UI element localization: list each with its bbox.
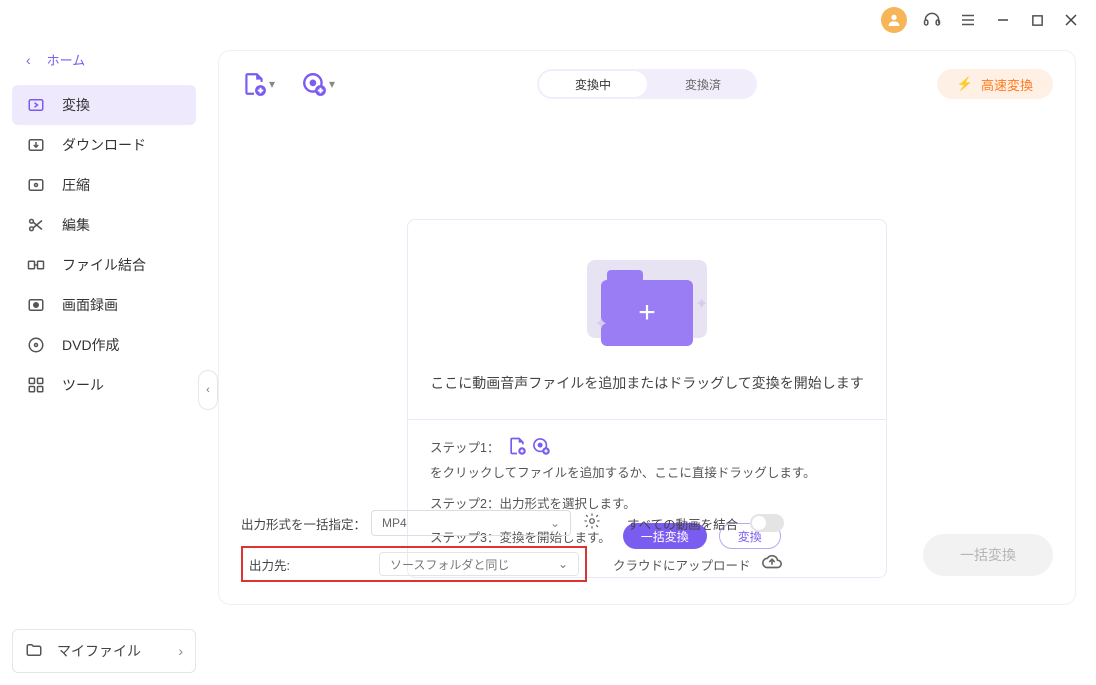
convert-all-button[interactable]: 一括変換 bbox=[923, 534, 1053, 576]
output-format-label: 出力形式を一括指定： bbox=[241, 514, 371, 533]
add-file-button[interactable]: ▾ bbox=[241, 71, 275, 97]
fast-convert-button[interactable]: ⚡ 高速変換 bbox=[937, 69, 1053, 99]
fast-convert-label: 高速変換 bbox=[981, 75, 1033, 94]
sidebar-item-tools[interactable]: ツール bbox=[0, 365, 208, 405]
main-panel: ▾ ▾ 変換中 変換済 ⚡ 高速変換 bbox=[208, 40, 1096, 685]
step1-row: ステップ1： をクリックしてファイルを追加するか、ここに直接ドラッグします。 bbox=[430, 436, 864, 481]
support-icon[interactable] bbox=[921, 9, 943, 31]
chevron-down-icon: ⌄ bbox=[558, 557, 568, 571]
sidebar-item-merge[interactable]: ファイル結合 bbox=[0, 245, 208, 285]
output-dest-select[interactable]: ソースフォルダと同じ ⌄ bbox=[379, 552, 579, 576]
user-avatar[interactable] bbox=[881, 7, 907, 33]
chevron-down-icon: ▾ bbox=[269, 77, 275, 91]
home-label: ホーム bbox=[47, 50, 86, 69]
myfile-label: マイファイル bbox=[57, 641, 141, 661]
status-segment: 変換中 変換済 bbox=[537, 69, 757, 99]
output-dest-highlight: 出力先: ソースフォルダと同じ ⌄ bbox=[241, 546, 587, 582]
hamburger-icon[interactable] bbox=[957, 9, 979, 31]
output-format-select[interactable]: MP4 ⌄ bbox=[371, 510, 571, 536]
myfile-button[interactable]: マイファイル › bbox=[12, 629, 196, 673]
sidebar-item-record[interactable]: 画面録画 bbox=[0, 285, 208, 325]
chevron-down-icon: ⌄ bbox=[550, 516, 560, 530]
merge-icon bbox=[26, 255, 46, 275]
convert-icon bbox=[26, 95, 46, 115]
sidebar-item-label: 変換 bbox=[62, 95, 90, 115]
sidebar-item-label: 圧縮 bbox=[62, 175, 90, 195]
toolbar: ▾ ▾ 変換中 変換済 ⚡ 高速変換 bbox=[241, 69, 1053, 99]
titlebar bbox=[0, 0, 1096, 40]
output-dest-label: 出力先: bbox=[249, 555, 367, 574]
folder-plus-icon: + bbox=[601, 280, 693, 346]
sidebar-item-download[interactable]: ダウンロード bbox=[0, 125, 208, 165]
sidebar: ‹ ホーム 変換 ダウンロード 圧縮 編集 ファイル結合 画面録画 bbox=[0, 40, 208, 685]
scissors-icon bbox=[26, 215, 46, 235]
disc-icon bbox=[26, 335, 46, 355]
bolt-icon: ⚡ bbox=[957, 76, 973, 92]
grid-icon bbox=[26, 375, 46, 395]
sidebar-item-convert[interactable]: 変換 bbox=[12, 85, 196, 125]
drop-text: ここに動画音声ファイルを追加またはドラッグして変換を開始します bbox=[428, 373, 866, 393]
sparkle-icon: ✦ bbox=[594, 314, 607, 334]
record-icon bbox=[26, 295, 46, 315]
sparkle-icon: ✦ bbox=[695, 294, 708, 314]
tab-converted[interactable]: 変換済 bbox=[649, 69, 757, 99]
folder-open-icon bbox=[25, 641, 43, 662]
sidebar-item-label: 画面録画 bbox=[62, 295, 118, 315]
disc-plus-icon bbox=[531, 436, 551, 456]
sidebar-item-label: ファイル結合 bbox=[62, 255, 146, 275]
back-home[interactable]: ‹ ホーム bbox=[0, 46, 208, 85]
close-icon[interactable] bbox=[1061, 10, 1081, 30]
file-plus-icon bbox=[507, 436, 527, 456]
add-disc-button[interactable]: ▾ bbox=[301, 71, 335, 97]
minimize-icon[interactable] bbox=[993, 10, 1013, 30]
sidebar-item-label: ダウンロード bbox=[62, 135, 146, 155]
chevron-right-icon: › bbox=[178, 643, 183, 659]
settings-icon[interactable] bbox=[583, 512, 601, 535]
sidebar-item-edit[interactable]: 編集 bbox=[0, 205, 208, 245]
sidebar-item-label: ツール bbox=[62, 375, 104, 395]
download-icon bbox=[26, 135, 46, 155]
compress-icon bbox=[26, 175, 46, 195]
sidebar-item-dvd[interactable]: DVD作成 bbox=[0, 325, 208, 365]
tab-converting[interactable]: 変換中 bbox=[539, 71, 647, 97]
cloud-upload-label: クラウドにアップロード bbox=[613, 555, 751, 574]
cloud-icon[interactable] bbox=[761, 551, 783, 578]
back-chevron-icon: ‹ bbox=[26, 52, 31, 68]
bottom-bar: 出力形式を一括指定： MP4 ⌄ すべての動画を結合 一括変換 出力先: bbox=[241, 510, 1053, 582]
sidebar-item-label: 編集 bbox=[62, 215, 90, 235]
maximize-icon[interactable] bbox=[1027, 10, 1047, 30]
sidebar-item-compress[interactable]: 圧縮 bbox=[0, 165, 208, 205]
drop-illustration: + ✦ ✦ bbox=[428, 250, 866, 355]
combine-toggle[interactable] bbox=[750, 514, 784, 532]
sidebar-item-label: DVD作成 bbox=[62, 335, 120, 355]
combine-label: すべての動画を結合 bbox=[627, 514, 738, 533]
chevron-down-icon: ▾ bbox=[329, 77, 335, 91]
